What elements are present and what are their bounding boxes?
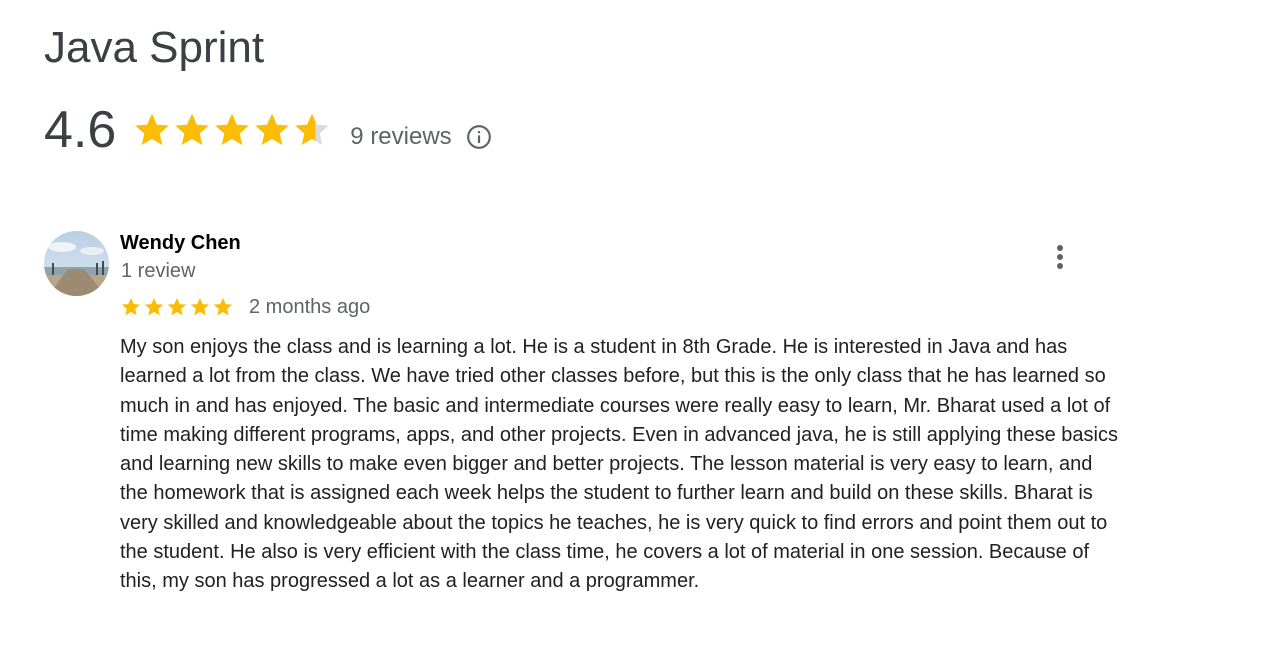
review-rating-row: 2 months ago [120, 294, 370, 319]
reviewer-name[interactable]: Wendy Chen [120, 232, 241, 255]
review-date: 2 months ago [249, 296, 371, 318]
star-icon [295, 113, 329, 146]
star-icon [167, 297, 187, 315]
more-vert-icon[interactable] [1047, 243, 1073, 273]
star-icon [135, 113, 169, 146]
info-circle-icon[interactable] [466, 124, 492, 150]
review-text: My son enjoys the class and is learning … [120, 336, 1118, 593]
avatar[interactable] [44, 231, 109, 296]
star-icon [255, 113, 289, 146]
star-icon [190, 297, 210, 315]
average-rating-stars [132, 110, 332, 150]
star-icon [213, 297, 233, 315]
star-icon [215, 113, 249, 146]
rating-summary: 4.6 9 reviews [44, 100, 492, 160]
review-rating-stars [120, 296, 235, 318]
star-icon [121, 297, 141, 315]
business-title: Java Sprint [44, 23, 265, 72]
average-rating: 4.6 [44, 101, 117, 159]
reviews-count-link[interactable]: 9 reviews [350, 123, 451, 151]
reviewer-review-count: 1 review [121, 260, 196, 282]
star-icon [144, 297, 164, 315]
star-icon [175, 113, 209, 146]
